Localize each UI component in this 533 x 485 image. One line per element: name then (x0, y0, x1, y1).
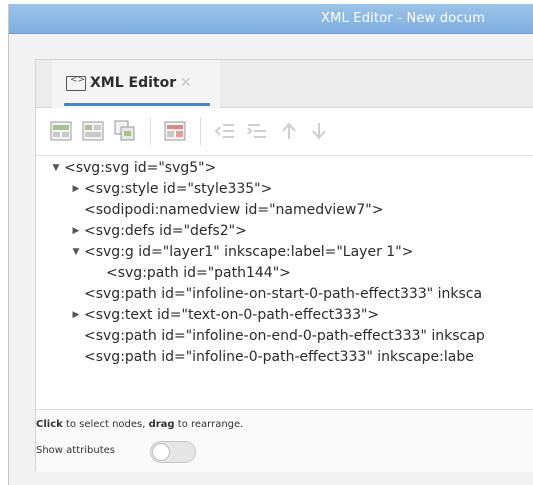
node-toolbar (36, 109, 533, 155)
tree-node-namedview[interactable]: <sodipodi:namedview id="namedview7"> (84, 200, 383, 220)
hint-drag: drag (148, 419, 175, 430)
node-label: <svg:path id="infoline-on-end-0-path-eff… (84, 328, 485, 344)
duplicate-node-button[interactable] (114, 120, 136, 142)
toggle-knob (152, 443, 170, 461)
xml-editor-dock: XML Editor ✕ (35, 59, 533, 472)
usage-hint: Click to select nodes, drag to rearrange… (36, 419, 243, 430)
close-icon[interactable]: ✕ (180, 75, 192, 91)
new-text-node-button[interactable] (82, 120, 104, 142)
tab-label: XML Editor (90, 75, 177, 91)
active-tab-indicator (64, 103, 210, 106)
expand-arrow-icon[interactable]: ▶ (70, 305, 82, 325)
node-label: <svg:style id="style335"> (84, 181, 273, 197)
collapse-arrow-icon[interactable]: ▼ (50, 158, 62, 178)
window-title: XML Editor - New docum (321, 11, 486, 26)
title-bar[interactable]: XML Editor - New docum (9, 4, 533, 34)
lower-node-button[interactable] (308, 120, 330, 142)
arrow-up-icon (282, 122, 296, 139)
tree-node-infoline-end[interactable]: <svg:path id="infoline-on-end-0-path-eff… (84, 326, 485, 346)
hint-end: to rearrange. (174, 419, 244, 430)
xml-node-tree[interactable]: ▼ <svg:svg id="svg5"> ▶ <svg:style id="s… (36, 155, 533, 410)
show-attributes-toggle[interactable] (150, 441, 196, 463)
tree-node-text-on[interactable]: ▶ <svg:text id="text-on-0-path-effect333… (73, 305, 380, 325)
toolbar-separator (200, 117, 201, 145)
node-label: <svg:g id="layer1" inkscape:label="Layer… (84, 244, 414, 260)
unindent-icon (214, 124, 234, 138)
node-label: <svg:path id="path144"> (106, 265, 291, 281)
tree-node-infoline[interactable]: <svg:path id="infoline-0-path-effect333"… (84, 347, 474, 367)
show-attributes-label: Show attributes (36, 445, 115, 456)
node-label: <svg:svg id="svg5"> (64, 160, 217, 176)
hint-click: Click (36, 419, 63, 430)
collapse-arrow-icon[interactable]: ▼ (70, 242, 82, 262)
node-label: <svg:path id="infoline-0-path-effect333"… (84, 349, 474, 365)
xml-editor-footer: Click to select nodes, drag to rearrange… (36, 410, 533, 472)
delete-node-button[interactable] (164, 120, 186, 142)
tree-node-svg-root[interactable]: ▼ <svg:svg id="svg5"> (53, 158, 217, 178)
xml-editor-window: XML Editor - New docum XML Editor ✕ (8, 4, 533, 485)
node-label: <svg:defs id="defs2"> (84, 223, 247, 239)
tree-node-defs[interactable]: ▶ <svg:defs id="defs2"> (73, 221, 247, 241)
delete-node-icon (164, 121, 186, 141)
node-label: <sodipodi:namedview id="namedview7"> (84, 202, 384, 218)
new-element-node-button[interactable] (50, 120, 72, 142)
new-element-icon (50, 121, 72, 141)
arrow-down-icon (312, 123, 326, 140)
unindent-node-button[interactable] (214, 120, 236, 142)
node-label: <svg:path id="infoline-on-start-0-path-e… (84, 286, 483, 302)
node-label: <svg:text id="text-on-0-path-effect333"> (84, 307, 380, 323)
expand-arrow-icon[interactable]: ▶ (70, 179, 82, 199)
indent-node-button[interactable] (246, 120, 268, 142)
tree-node-style[interactable]: ▶ <svg:style id="style335"> (73, 179, 273, 199)
hint-mid: to select nodes, (62, 419, 149, 430)
tree-node-layer1[interactable]: ▼ <svg:g id="layer1" inkscape:label="Lay… (73, 242, 414, 262)
tab-bar: XML Editor ✕ (36, 60, 533, 108)
raise-node-button[interactable] (278, 120, 300, 142)
tab-xml-editor[interactable]: XML Editor ✕ (52, 60, 220, 108)
xml-document-icon (66, 75, 86, 91)
expand-arrow-icon[interactable]: ▶ (70, 221, 82, 241)
toolbar-separator (150, 117, 151, 145)
new-text-icon (82, 121, 104, 141)
tree-node-path144[interactable]: <svg:path id="path144"> (106, 263, 291, 283)
tree-node-infoline-start[interactable]: <svg:path id="infoline-on-start-0-path-e… (84, 284, 482, 304)
duplicate-icon (114, 120, 135, 141)
indent-icon (247, 124, 266, 138)
